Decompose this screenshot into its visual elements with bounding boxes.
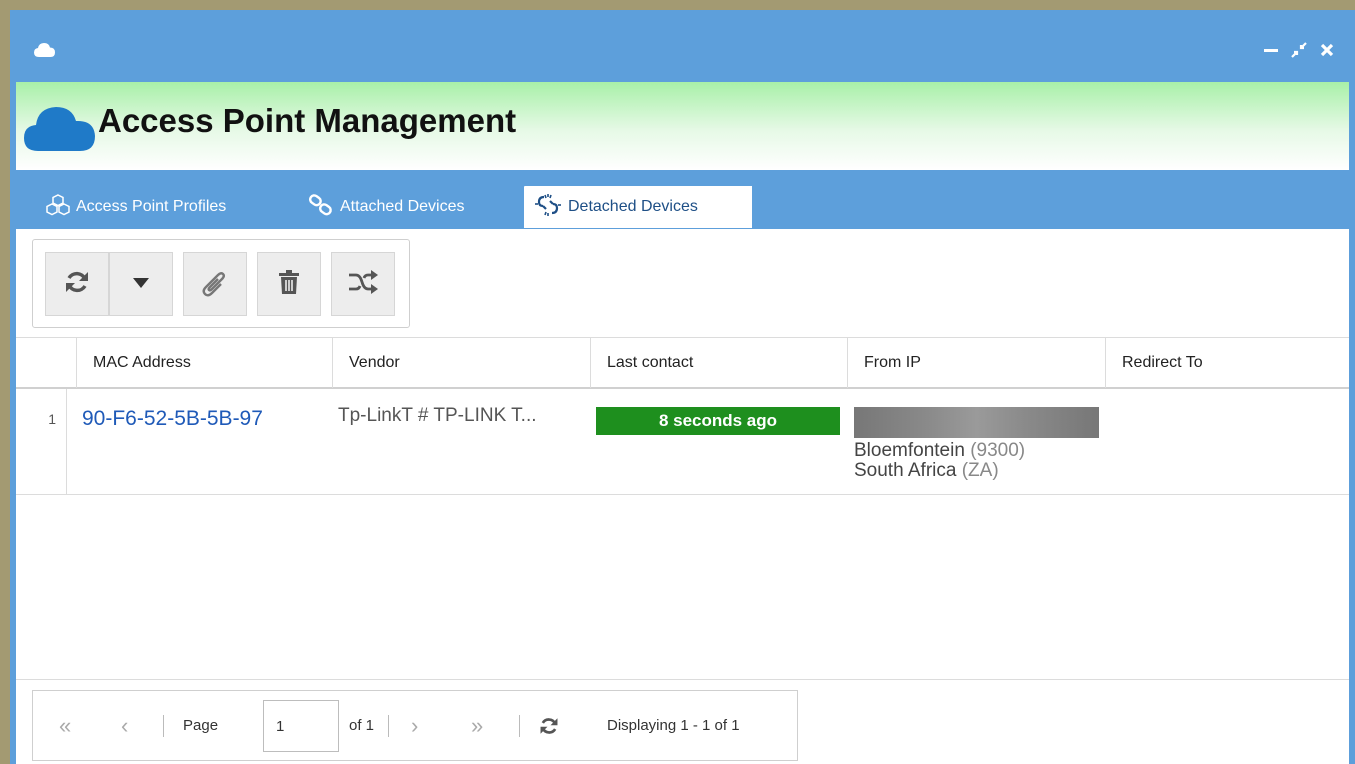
tab-attached-devices[interactable]: Attached Devices [298,186,475,228]
caret-down-icon [133,275,149,293]
tab-bar: Access Point Profiles Attached Devices D… [16,170,1349,229]
column-header-redirect[interactable]: Redirect To [1105,338,1349,388]
page-title: Access Point Management [98,102,517,139]
country-code: (ZA) [961,460,999,481]
grid-header: MAC Address Vendor Last contact From IP … [16,337,1349,389]
redacted-ip [854,407,1099,438]
tab-label: Detached Devices [568,198,698,215]
row-number-header [16,338,76,388]
vendor-cell: Tp-LinkT # TP-LINK T... [338,405,537,426]
country: South Africa [854,460,957,481]
display-info: Displaying 1 - 1 of 1 [607,717,740,734]
refresh-button[interactable] [45,252,109,316]
page-label: Page [183,717,219,734]
last-page-icon[interactable]: » [471,691,483,760]
column-header-mac[interactable]: MAC Address [76,338,332,388]
city: Bloemfontein [854,440,965,461]
separator [388,715,389,737]
app-window: Access Point Management Access Point Pro… [10,10,1355,764]
content-panel: MAC Address Vendor Last contact From IP … [16,229,1349,764]
cubes-icon [46,193,70,221]
last-contact-badge: 8 seconds ago [596,407,840,435]
next-page-icon[interactable]: › [411,691,418,760]
delete-button[interactable] [257,252,321,316]
column-header-last-contact[interactable]: Last contact [590,338,847,388]
tab-access-point-profiles[interactable]: Access Point Profiles [36,186,236,228]
shuffle-icon [348,269,378,299]
geo-location: Bloemfontein (9300) South Africa (ZA) [854,441,1025,481]
refresh-options-dropdown[interactable] [109,252,173,316]
row-number: 1 [16,389,67,494]
tab-label: Access Point Profiles [76,198,227,215]
first-page-icon[interactable]: « [59,691,71,760]
column-header-vendor[interactable]: Vendor [332,338,590,388]
mac-address-link[interactable]: 90-F6-52-5B-5B-97 [82,407,263,431]
title-bar [10,10,1355,82]
refresh-icon [64,269,90,300]
page-count-label: of 1 [349,717,375,734]
tab-detached-devices[interactable]: Detached Devices [524,186,752,228]
paperclip-icon [202,267,228,302]
redirect-button[interactable] [331,252,395,316]
paging-bar: « ‹ Page of 1 › » Displaying 1 - 1 of 1 [16,679,1349,764]
pager: « ‹ Page of 1 › » Displaying 1 - 1 of 1 [32,690,798,761]
window-controls [1261,40,1337,60]
unlink-icon [534,193,562,222]
page-number-input[interactable] [263,700,339,752]
separator [163,715,164,737]
table-row[interactable]: 1 90-F6-52-5B-5B-97 Tp-LinkT # TP-LINK T… [16,389,1349,495]
toolbar [32,239,410,328]
prev-page-icon[interactable]: ‹ [121,691,128,760]
restore-icon[interactable] [1289,40,1309,60]
cloud-icon [34,42,56,63]
postal-code: (9300) [970,440,1026,461]
page-header: Access Point Management [16,82,1349,170]
link-icon [308,193,334,221]
cloud-logo-icon [24,102,96,157]
trash-icon [278,269,300,300]
tab-label: Attached Devices [340,198,465,215]
column-header-from-ip[interactable]: From IP [847,338,1105,388]
pager-refresh-icon[interactable] [539,691,559,760]
separator [519,715,520,737]
attach-button[interactable] [183,252,247,316]
close-icon[interactable] [1317,40,1337,60]
minimize-icon[interactable] [1261,40,1281,60]
